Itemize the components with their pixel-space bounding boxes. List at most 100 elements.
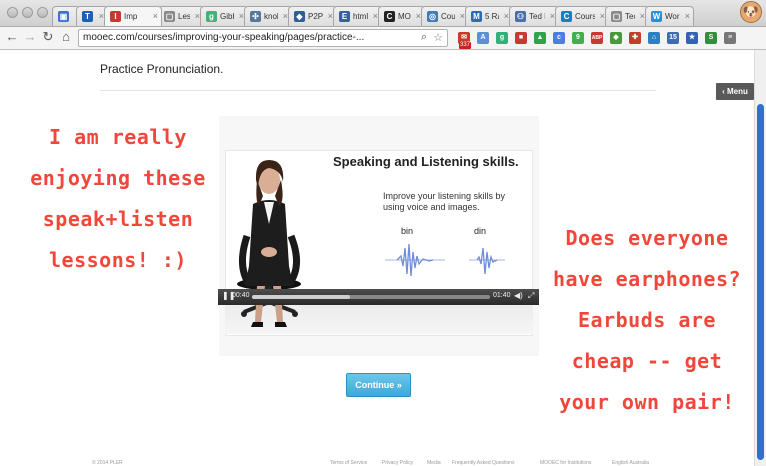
tab[interactable]: ◎Cours× [421, 6, 469, 26]
tab-favicon-icon: W [651, 11, 662, 22]
tab-favicon-icon: g [206, 11, 217, 22]
tab-favicon-icon: I [110, 11, 121, 22]
tab[interactable]: ✣knollo× [244, 6, 292, 26]
extension-icon[interactable]: A [477, 32, 489, 44]
tab-favicon-icon: C [384, 11, 395, 22]
progress-track[interactable] [252, 295, 490, 299]
bookmark-star-icon[interactable]: ☆ [433, 31, 443, 44]
tab-title: Lesson [178, 12, 190, 21]
home-icon[interactable]: ⌂ [58, 29, 74, 45]
right-annotation-line: your own pair! [559, 390, 735, 414]
extension-icon[interactable]: ◆ [610, 32, 622, 44]
footer-link[interactable]: English Australia [612, 460, 649, 466]
tab[interactable]: C Cours × [555, 6, 609, 26]
right-annotation-line: Earbuds are [578, 308, 716, 332]
page-heading: Practice Pronunciation. [100, 62, 224, 76]
right-annotation-line: cheap -- get [571, 349, 723, 373]
footer-link[interactable]: Media [427, 460, 441, 466]
tab-favicon-icon: ◎ [427, 11, 438, 22]
tab[interactable]: ▢Tech I× [605, 6, 649, 26]
extension-icon[interactable]: ✚ [629, 32, 641, 44]
right-annotation-line: have earphones? [552, 267, 742, 291]
tab-title: knollo [264, 12, 278, 21]
tab[interactable]: ◆P2PU× [288, 6, 337, 26]
zoom-window-button[interactable] [37, 7, 48, 18]
tab-close-icon[interactable]: × [685, 11, 690, 21]
tab-favicon-icon: C [561, 11, 572, 22]
browser-toolbar: ← → ↻ ⌂ mooec.com/courses/improving-your… [0, 27, 766, 50]
browser-tab-strip: ▣T×IImp×▢Lesson×gGibbo×✣knollo×◆P2PU×Eht… [0, 0, 766, 27]
footer-link[interactable]: MOOEC for Institutions [540, 460, 591, 466]
tab-title: World [665, 12, 680, 21]
tab-title: Gibbo [220, 12, 234, 21]
address-bar[interactable]: mooec.com/courses/improving-your-speakin… [78, 29, 448, 47]
tab-favicon-icon: ▢ [164, 11, 175, 22]
footer-copyright: © 2014 PLER [92, 460, 123, 466]
extension-badge: 337 [459, 42, 472, 49]
extension-icon[interactable]: ABP [591, 32, 603, 44]
vertical-scrollbar[interactable] [754, 50, 766, 466]
extension-icon[interactable]: S [705, 32, 717, 44]
forward-arrow-icon[interactable]: → [22, 29, 38, 45]
progress-fill [252, 295, 350, 299]
tab-title: P2PU [308, 12, 323, 21]
tab-close-icon[interactable]: × [153, 11, 158, 21]
extension-icon[interactable]: ■ [515, 32, 527, 44]
divider [100, 90, 656, 91]
extension-icon[interactable]: 15 [667, 32, 679, 44]
left-annotation-line: lessons! :) [49, 248, 187, 272]
tab-favicon-icon: M [471, 11, 482, 22]
footer-link[interactable]: Privacy Policy [382, 460, 413, 466]
tab[interactable]: Ehtml -× [333, 6, 382, 26]
profile-avatar-icon[interactable]: 🐶 [740, 1, 762, 23]
tab-title: Imp [124, 12, 138, 21]
scrollbar-thumb[interactable] [757, 104, 764, 460]
extension-icon[interactable]: ▲ [534, 32, 546, 44]
tab[interactable]: CMOOC× [378, 6, 425, 26]
continue-button[interactable]: Continue » [346, 373, 411, 397]
tab-title: 5 Rati [485, 12, 499, 21]
left-annotation-line: I am really [49, 125, 187, 149]
tab-favicon-icon: ⚇ [515, 11, 526, 22]
tab-title: html - [353, 12, 368, 21]
search-icon: ⌕ [420, 31, 427, 43]
tab-favicon-icon: ▣ [58, 11, 69, 22]
left-annotation-line: enjoying these [30, 166, 206, 190]
menu-button[interactable]: ‹ Menu [716, 83, 754, 100]
video-player[interactable]: Speaking and Listening skills. Improve y… [219, 116, 539, 356]
tab-title: Cours [441, 12, 455, 21]
left-annotation: I am really enjoying these speak+listen … [18, 117, 218, 281]
extension-icon[interactable]: ⌂ [648, 32, 660, 44]
tab[interactable]: M5 Rati× [465, 6, 513, 26]
page-content: Practice Pronunciation. ‹ Menu I am real… [0, 50, 754, 466]
reload-icon[interactable]: ↻ [40, 29, 56, 45]
tab[interactable]: gGibbo× [200, 6, 248, 26]
fullscreen-icon[interactable]: ⤢ [528, 291, 534, 301]
tab[interactable]: ⚇Ted M× [509, 6, 559, 26]
video-controls: ❚❚ 00:40 01:40 ◀) ⤢ [218, 289, 539, 305]
elapsed-time: 00:40 [232, 292, 250, 299]
extension-icon[interactable]: c [553, 32, 565, 44]
extension-icon[interactable]: g [496, 32, 508, 44]
tab-title: Ted M [529, 12, 545, 21]
close-window-button[interactable] [7, 7, 18, 18]
right-annotation-line: Does everyone [565, 226, 729, 250]
volume-icon[interactable]: ◀) [514, 291, 523, 300]
right-annotation: Does everyone have earphones? Earbuds ar… [540, 218, 754, 423]
minimize-window-button[interactable] [22, 7, 33, 18]
tab-favicon-icon: ◆ [294, 11, 305, 22]
tab[interactable]: I Imp × [104, 6, 162, 26]
extension-icon[interactable]: 9 [572, 32, 584, 44]
footer-link[interactable]: Terms of Service [330, 460, 367, 466]
tab-title: Cours [575, 12, 595, 21]
total-time: 01:40 [493, 292, 511, 299]
extension-icon[interactable]: ★ [686, 32, 698, 44]
tab-favicon-icon: E [339, 11, 350, 22]
tab[interactable]: WWorld × [645, 6, 694, 26]
footer-link[interactable]: Frequently Asked Questions [452, 460, 515, 466]
back-arrow-icon[interactable]: ← [4, 29, 20, 45]
address-url: mooec.com/courses/improving-your-speakin… [83, 32, 365, 43]
tab-title: MOOC [398, 12, 411, 21]
extension-icon[interactable]: ≡ [724, 32, 736, 44]
tab[interactable]: ▢Lesson× [158, 6, 204, 26]
